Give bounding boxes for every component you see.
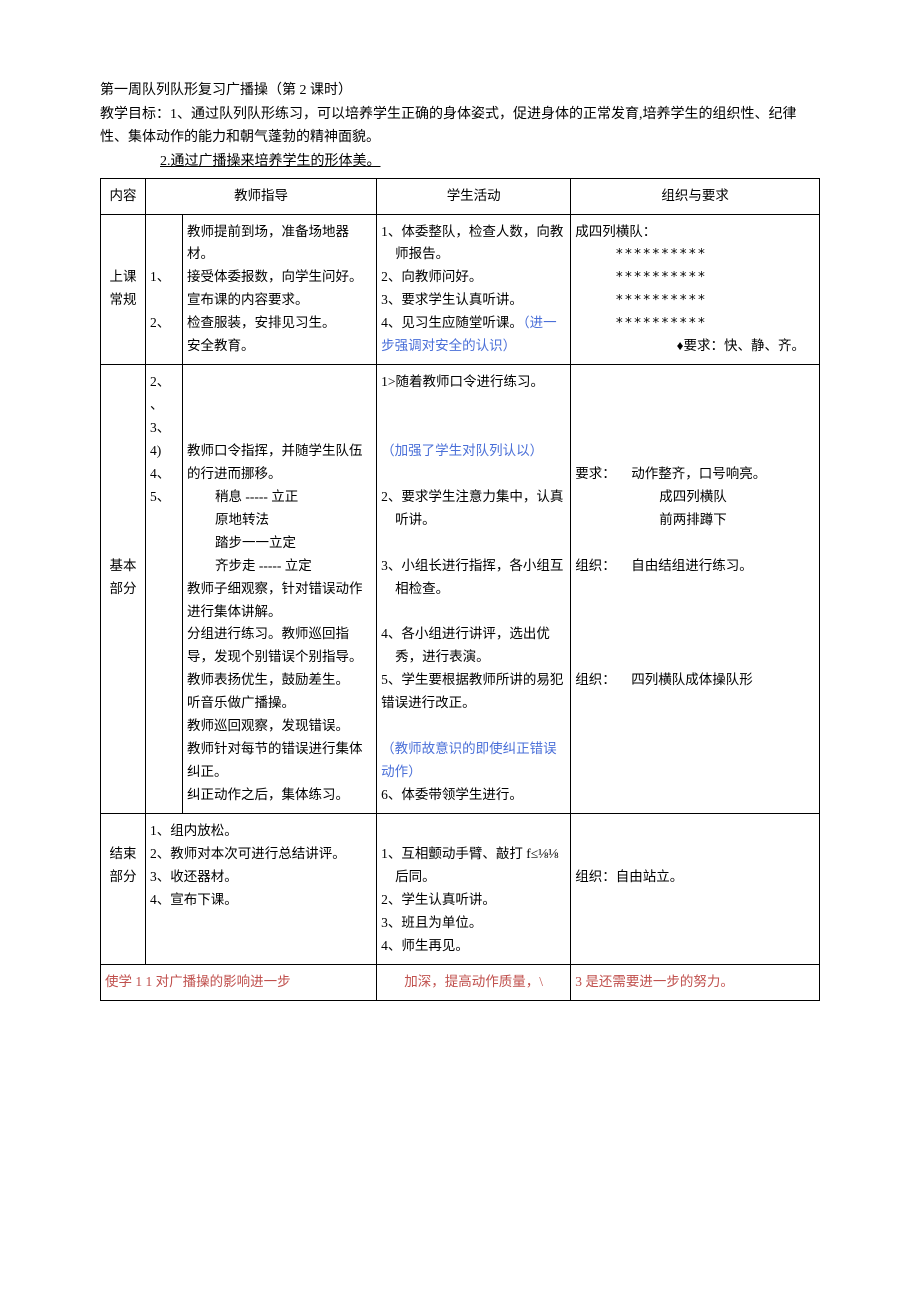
th-org: 组织与要求 [571,178,820,214]
main-student: 1>随着教师口令进行练习。 （加强了学生对队列认以） 2、要求学生注意力集中，认… [377,365,571,814]
main-org-labels: 要求： 组织： 组织： [571,365,628,814]
main-org-text: 动作整齐，口号响亮。 成四列横队 前两排蹲下 自由结组进行练习。 四列横队成体操… [627,365,819,814]
row-routine: 上课常规 1、 2、 教师提前到场，准备场地器材。 接受体委报数，向学生问好。 … [101,214,820,365]
routine-teacher: 教师提前到场，准备场地器材。 接受体委报数，向学生问好。 宣布课的内容要求。 检… [183,214,377,365]
main-num: 2、 、 3、 4) 4、 5、 [146,365,183,814]
end-student: 1、互相颤动手臂、敲打 f≤⅛⅛后同。 2、学生认真听讲。 3、班且为单位。 4… [377,813,571,964]
section-end: 结束部分 [101,813,146,964]
routine-org: 成四列横队： ********** ********** ********** … [571,214,820,365]
end-teacher: 1、组内放松。 2、教师对本次可进行总结讲评。 3、收还器材。 4、宣布下课。 [146,813,377,964]
footer-mid: 加深，提高动作质量，\ [377,964,571,1000]
main-note2: （教师故意识的即使纠正错误动作） [381,738,566,784]
routine-req-part1: ♦要求：快、静、齐。 [575,335,815,358]
header-line3: 2.通过广播操来培养学生的形体美。 [100,151,820,173]
lesson-table: 内容 教师指导 学生活动 组织与要求 上课常规 1、 2、 教师提前到场，准备场… [100,178,820,1001]
main-teacher: 教师口令指挥，并随学生队伍的行进而挪移。 稍息 ----- 立正 原地转法 踏步… [183,365,377,814]
header-line2: 教学目标：1、通过队列队形练习，可以培养学生正确的身体姿式，促进身体的正常发育,… [100,104,820,149]
th-student: 学生活动 [377,178,571,214]
row-end: 结束部分 1、组内放松。 2、教师对本次可进行总结讲评。 3、收还器材。 4、宣… [101,813,820,964]
main-note1: （加强了学生对队列认以） [381,440,566,463]
section-routine: 上课常规 [101,214,146,365]
routine-student: 1、体委整队，检查人数，向教师报告。 2、向教师问好。 3、要求学生认真听讲。 … [377,214,571,365]
footer-left: 使学 1 1 对广播操的影响进一步 [101,964,377,1000]
routine-num: 1、 2、 [146,214,183,365]
section-main: 基本部分 [101,365,146,814]
row-main: 基本部分 2、 、 3、 4) 4、 5、 教师口令指挥，并随学生队伍的行进而挪… [101,365,820,814]
row-footer: 使学 1 1 对广播操的影响进一步 加深，提高动作质量，\ 3 是还需要进一步的… [101,964,820,1000]
footer-right: 3 是还需要进一步的努力。 [571,964,820,1000]
table-header-row: 内容 教师指导 学生活动 组织与要求 [101,178,820,214]
header-line1: 第一周队列队形复习广播操（第 2 课时） [100,80,820,102]
th-section: 内容 [101,178,146,214]
end-org: 组织：自由站立。 [571,813,820,964]
th-teacher: 教师指导 [146,178,377,214]
